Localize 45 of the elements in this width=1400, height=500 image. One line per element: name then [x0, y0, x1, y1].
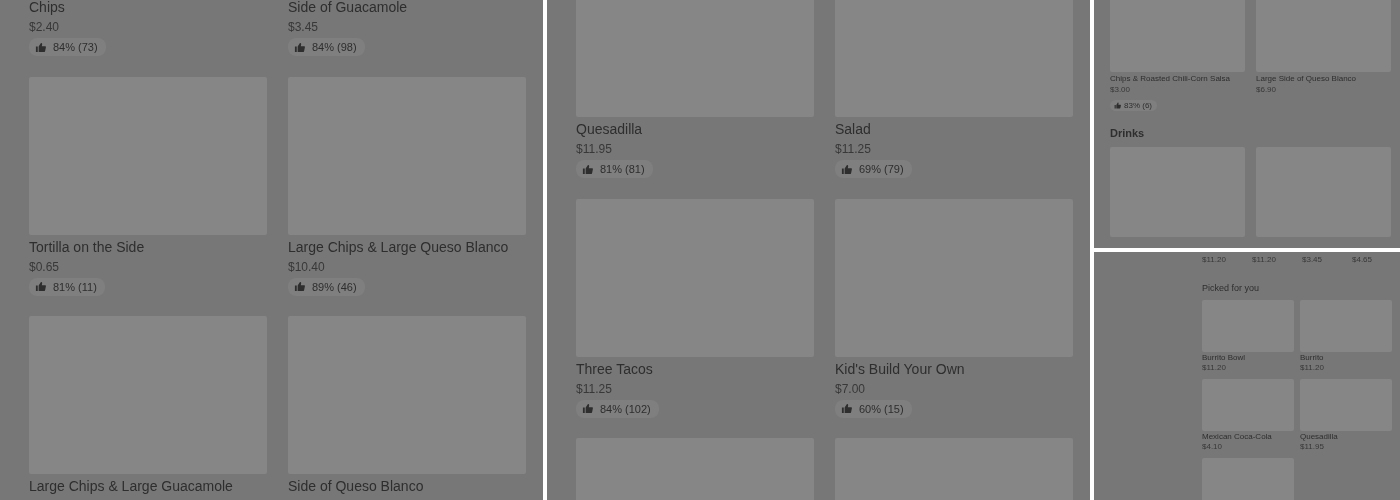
rating-badge: 81% (81) — [576, 160, 653, 178]
item-price: $2.40 — [29, 20, 61, 34]
item-name[interactable]: Salad — [835, 121, 1073, 138]
rating-badge: 84% (73) — [29, 38, 106, 56]
rating-badge: 89% (46) — [288, 277, 365, 296]
item-name[interactable]: Large Chips & Large Guacamole — [29, 478, 267, 495]
item-price: $7.00 — [835, 381, 867, 396]
thumbs-up-icon — [582, 163, 593, 175]
item-price: $11.25 — [835, 142, 872, 156]
item-price: $3.45 — [288, 20, 320, 34]
item-name[interactable]: Side of Guacamole — [288, 0, 526, 16]
thumbs-up-icon — [294, 41, 305, 53]
item-name[interactable]: Large Chips & Large Queso Blanco — [288, 238, 526, 256]
thumbs-up-icon — [35, 281, 46, 292]
item-name[interactable]: Tortilla on the Side — [29, 238, 267, 256]
item-name[interactable]: Side of Queso Blanco — [288, 478, 526, 495]
item-price: $4.65 — [1352, 255, 1374, 265]
thumbs-up-icon — [1114, 102, 1121, 109]
item-name[interactable]: Three Tacos — [576, 360, 814, 378]
item-name[interactable]: Kid's Build Your Own — [835, 360, 1073, 378]
section-heading: Picked for you — [1202, 283, 1261, 294]
rating-badge: 84% (98) — [288, 38, 365, 56]
item-price: $0.65 — [29, 259, 61, 274]
item-price: $10.40 — [288, 259, 326, 274]
thumbs-up-icon — [841, 163, 852, 175]
thumbs-up-icon — [35, 41, 46, 53]
thumbs-up-icon — [841, 403, 852, 414]
item-name[interactable]: Burrito — [1300, 353, 1392, 363]
item-name[interactable]: Burrito Bowl — [1202, 353, 1294, 363]
thumbs-up-icon — [582, 403, 593, 414]
rating-badge: 60% (15) — [835, 399, 912, 418]
item-price: $11.95 — [576, 142, 613, 156]
item-name[interactable]: Mexican Coca-Cola — [1202, 432, 1294, 442]
section-heading: Drinks — [1110, 127, 1146, 140]
item-name[interactable]: Quesadilla — [1300, 432, 1392, 442]
thumbs-up-icon — [294, 281, 305, 292]
rating-badge: 83% (6) — [1110, 100, 1157, 111]
rating-badge: 81% (11) — [29, 277, 105, 296]
item-name[interactable]: Quesadilla — [576, 121, 814, 138]
item-price: $4.10 — [1202, 442, 1224, 452]
rating-badge: 69% (79) — [835, 160, 912, 178]
item-name[interactable]: Large Side of Queso Blanco — [1256, 74, 1391, 84]
rating-badge: 84% (102) — [576, 399, 659, 418]
item-price: $11.25 — [576, 381, 613, 396]
item-name[interactable]: Chips — [29, 0, 267, 16]
